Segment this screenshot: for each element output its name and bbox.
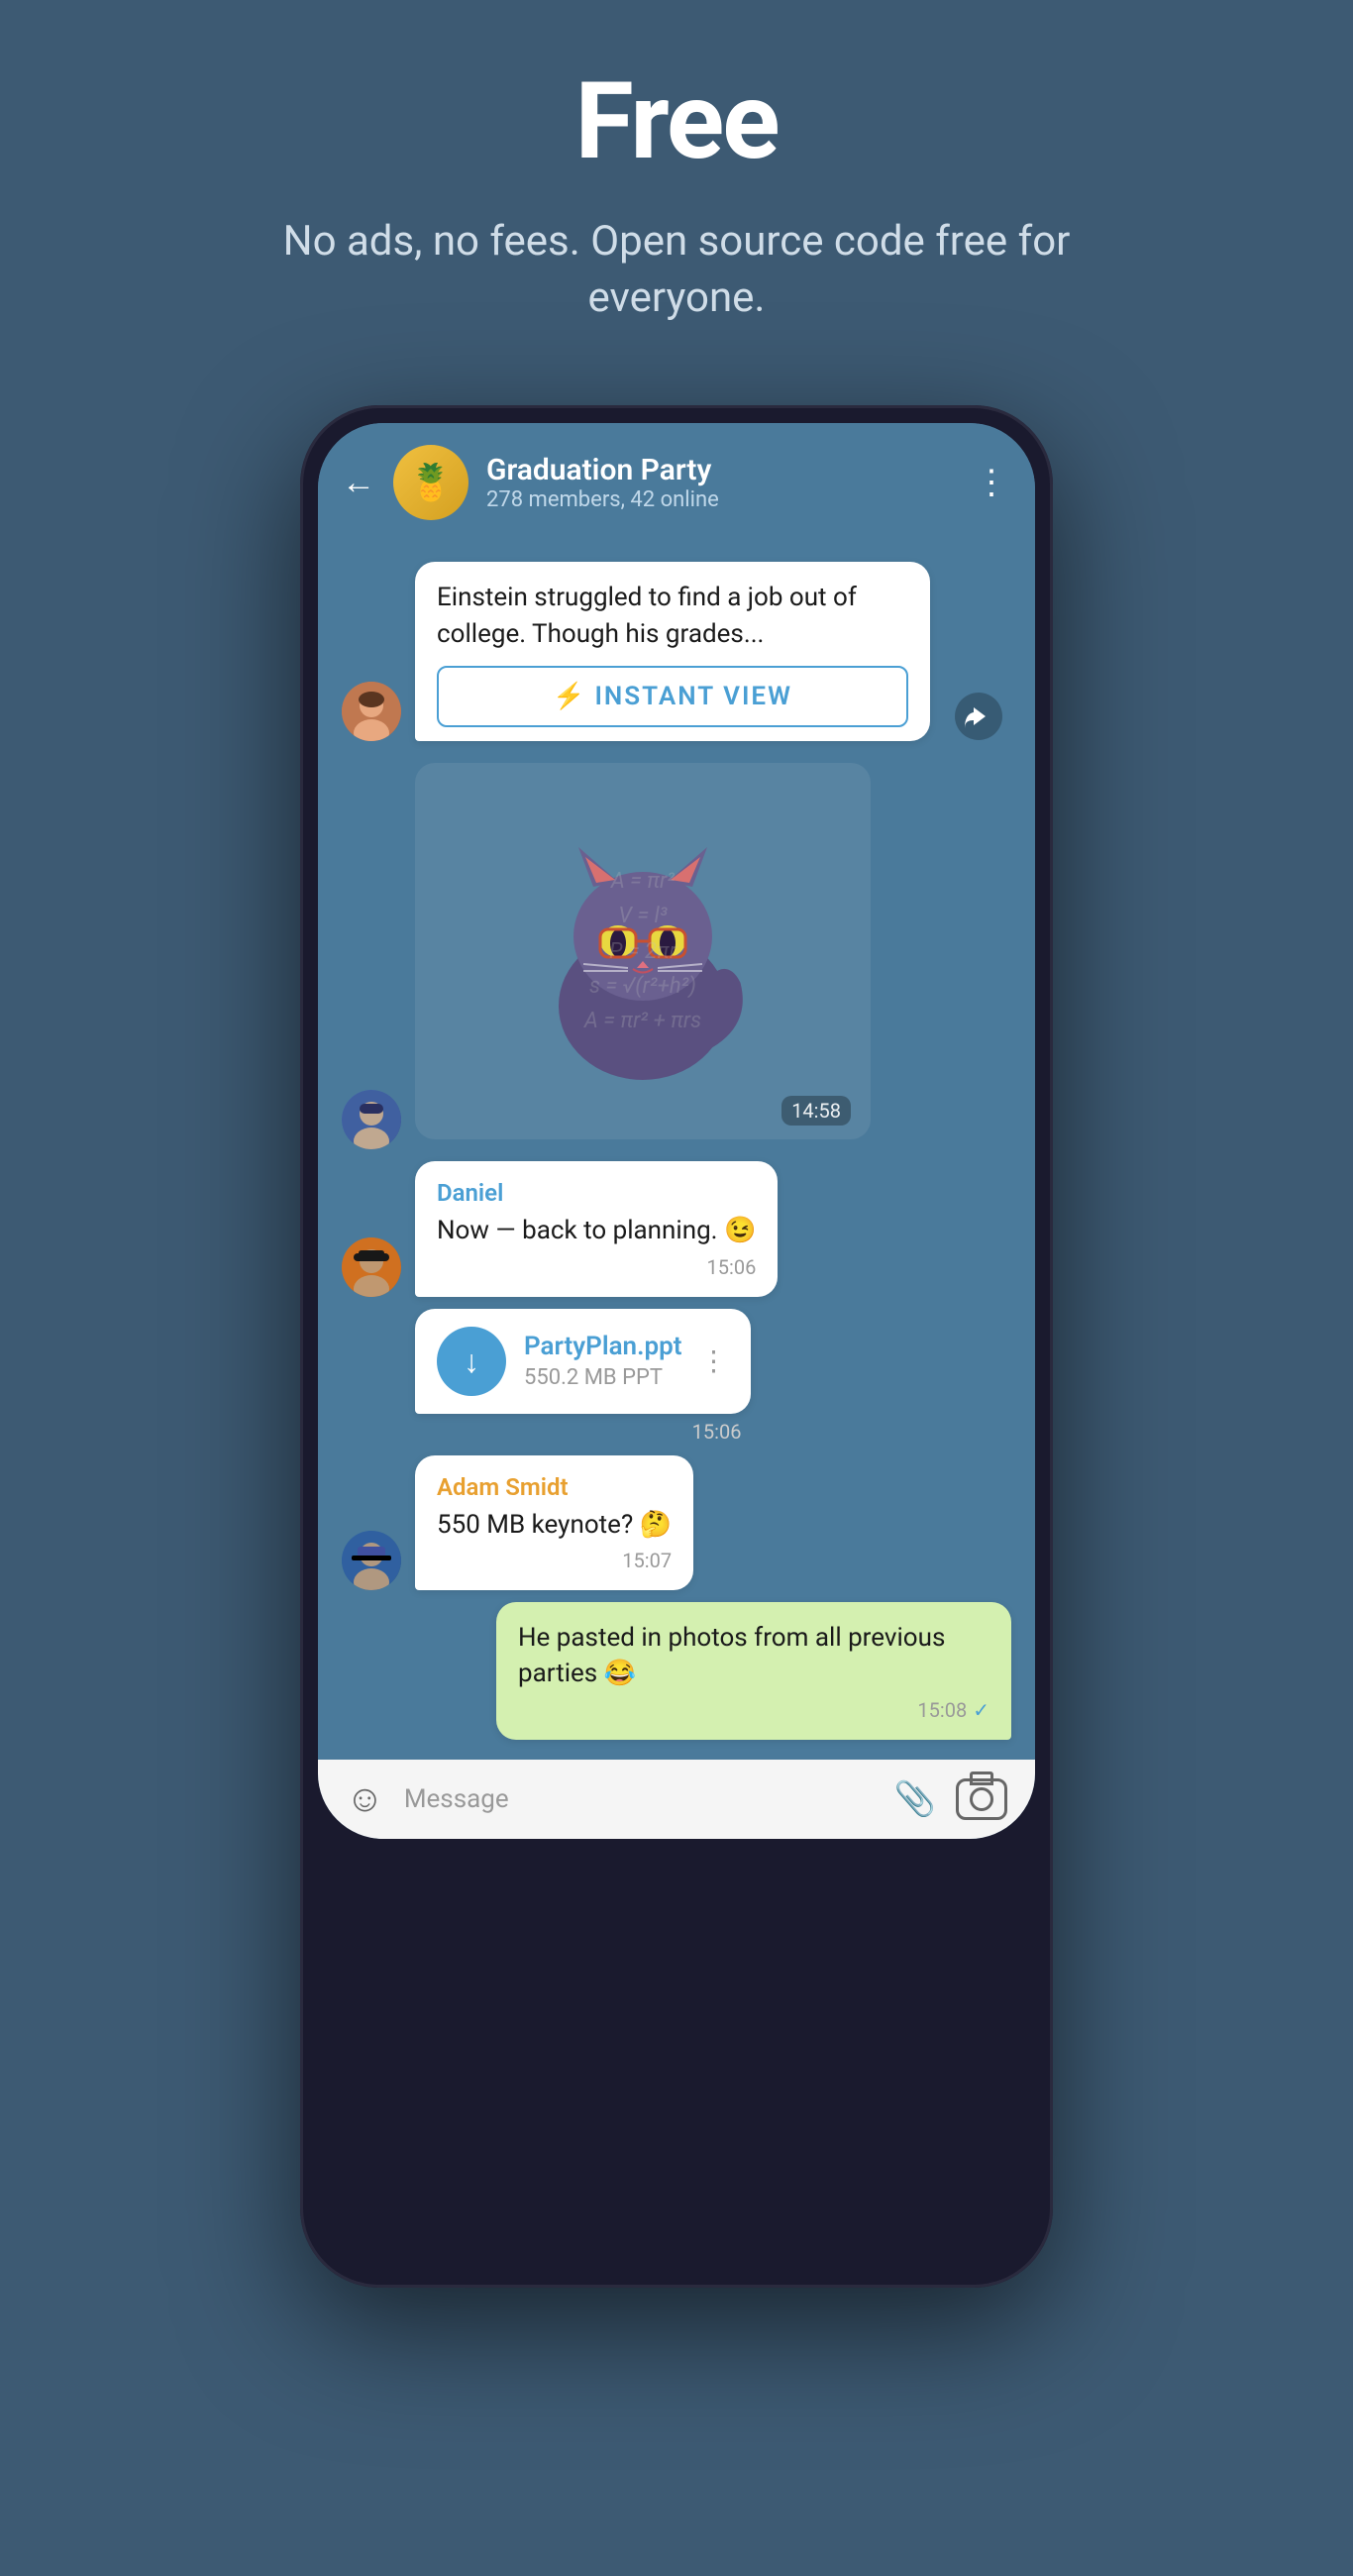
message-time: 15:06	[437, 1255, 756, 1279]
message-input[interactable]: Message	[404, 1784, 875, 1814]
back-button[interactable]: ←	[342, 466, 375, 499]
sender-name: Adam Smidt	[437, 1473, 672, 1501]
file-time: 15:06	[415, 1420, 741, 1444]
camera-button[interactable]	[956, 1778, 1007, 1820]
file-info: PartyPlan.ppt 550.2 MB PPT	[524, 1332, 681, 1390]
input-bar: ☺ Message 📎	[318, 1760, 1035, 1839]
download-icon: ↓	[464, 1342, 479, 1380]
table-row: Adam Smidt 550 MB keynote? 🤔 15:07	[342, 1455, 1011, 1590]
attach-button[interactable]: 📎	[894, 1779, 936, 1819]
sticker-time: 14:58	[781, 1096, 851, 1126]
bolt-icon: ⚡	[553, 682, 584, 711]
file-more-icon[interactable]: ⋮	[699, 1344, 729, 1377]
chat-header: ← 🍍 Graduation Party 278 members, 42 onl…	[318, 423, 1035, 542]
sticker-message: A = πr²V = l³P = 2πrs = √(r²+h²)A = πr² …	[415, 753, 871, 1149]
checkmark-icon: ✓	[973, 1698, 989, 1722]
instant-view-button[interactable]: ⚡ INSTANT VIEW	[437, 666, 908, 727]
sender-name: Daniel	[437, 1179, 756, 1207]
more-options-icon[interactable]: ⋮	[975, 463, 1011, 502]
file-size: 550.2 MB PPT	[524, 1365, 681, 1390]
table-row: Daniel Now — back to planning. 😉 15:06	[342, 1161, 1011, 1296]
table-row: A = πr²V = l³P = 2πrs = √(r²+h²)A = πr² …	[342, 753, 1011, 1149]
message-text: He pasted in photos from all previous pa…	[518, 1620, 989, 1692]
phone-shell: ← 🍍 Graduation Party 278 members, 42 onl…	[300, 405, 1053, 2288]
table-row: He pasted in photos from all previous pa…	[342, 1602, 1011, 1740]
article-text: Einstein struggled to find a job out of …	[437, 580, 908, 652]
file-name: PartyPlan.ppt	[524, 1332, 681, 1361]
instant-view-label: INSTANT VIEW	[594, 682, 792, 711]
sent-message: He pasted in photos from all previous pa…	[496, 1602, 1011, 1740]
chat-body: Einstein struggled to find a job out of …	[318, 542, 1035, 1759]
table-row: Einstein struggled to find a job out of …	[342, 562, 1011, 741]
avatar	[342, 682, 401, 741]
message-time: 15:08 ✓	[518, 1698, 989, 1722]
group-avatar: 🍍	[393, 445, 468, 520]
message-text: Now — back to planning. 😉	[437, 1213, 756, 1248]
group-info: Graduation Party 278 members, 42 online	[486, 453, 957, 512]
forward-button[interactable]	[944, 692, 1003, 741]
hero-subtitle: No ads, no fees. Open source code free f…	[270, 214, 1083, 326]
message-time: 15:07	[437, 1549, 672, 1572]
download-button[interactable]: ↓	[437, 1327, 506, 1396]
article-message: Einstein struggled to find a job out of …	[415, 562, 930, 741]
group-meta: 278 members, 42 online	[486, 487, 957, 512]
file-message: ↓ PartyPlan.ppt 550.2 MB PPT ⋮	[415, 1309, 751, 1414]
avatar	[342, 1531, 401, 1590]
hero-title: Free	[574, 59, 778, 184]
avatar	[342, 1090, 401, 1149]
emoji-button[interactable]: ☺	[346, 1777, 384, 1821]
daniel-message: Daniel Now — back to planning. 😉 15:06	[415, 1161, 778, 1296]
phone-inner: ← 🍍 Graduation Party 278 members, 42 onl…	[318, 423, 1035, 1838]
avatar	[342, 1237, 401, 1297]
adam-message: Adam Smidt 550 MB keynote? 🤔 15:07	[415, 1455, 693, 1590]
group-name: Graduation Party	[486, 453, 957, 487]
table-row: ↓ PartyPlan.ppt 550.2 MB PPT ⋮ 15:06	[342, 1309, 1011, 1444]
message-text: 550 MB keynote? 🤔	[437, 1507, 672, 1543]
